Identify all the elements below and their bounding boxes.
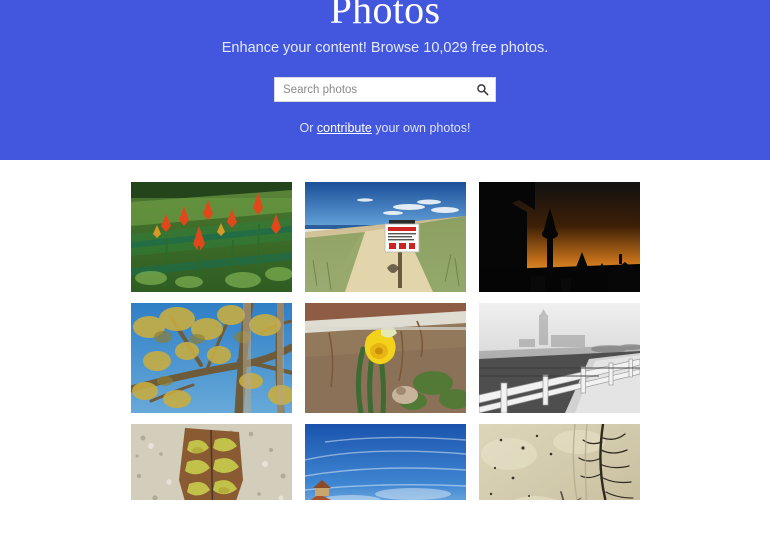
search-icon — [476, 83, 489, 96]
photo-grid — [131, 182, 640, 534]
photo-thumbnail[interactable] — [131, 303, 292, 413]
viewport-clip — [0, 500, 770, 540]
photo-image-4 — [131, 303, 292, 413]
contribute-line: Or contribute your own photos! — [0, 119, 770, 137]
search-button[interactable] — [469, 78, 495, 101]
photo-thumbnail[interactable] — [479, 182, 640, 292]
hero-header: Photos Enhance your content! Browse 10,0… — [0, 0, 770, 160]
contribute-prefix: Or — [299, 121, 317, 135]
photo-image-2 — [305, 182, 466, 292]
photo-image-3 — [479, 182, 640, 292]
photo-thumbnail[interactable] — [131, 182, 292, 292]
photo-image-1 — [131, 182, 292, 292]
contribute-link[interactable]: contribute — [317, 121, 372, 135]
search-box[interactable] — [274, 77, 496, 102]
hero-subtitle: Enhance your content! Browse 10,029 free… — [221, 40, 549, 56]
page-title: Photos — [329, 0, 441, 32]
photo-thumbnail[interactable] — [305, 303, 466, 413]
contribute-suffix: your own photos! — [371, 121, 471, 135]
photo-image-5 — [305, 303, 466, 413]
photo-thumbnail[interactable] — [305, 182, 466, 292]
photo-image-6 — [479, 303, 640, 413]
search-input[interactable] — [275, 78, 469, 101]
photo-thumbnail[interactable] — [479, 303, 640, 413]
